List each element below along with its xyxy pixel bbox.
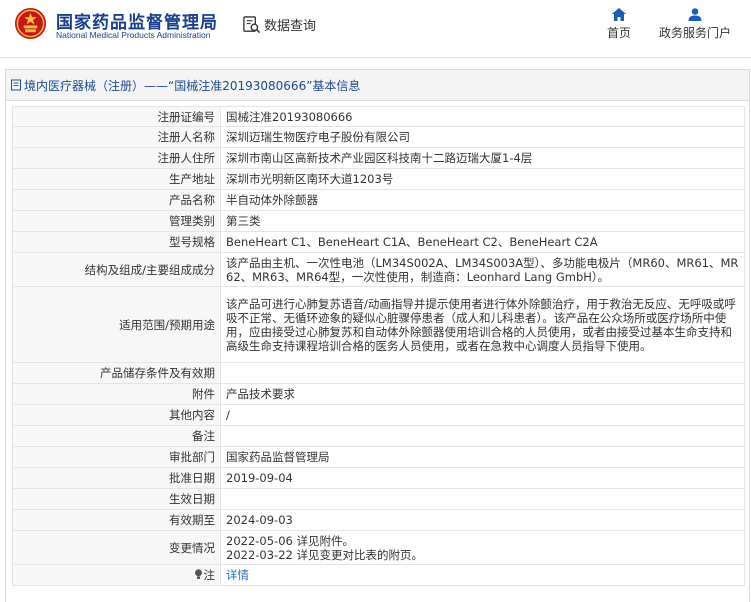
lightbulb-icon bbox=[194, 569, 202, 579]
details-link[interactable]: 详情 bbox=[226, 568, 249, 582]
table-row: 生产地址 深圳市光明新区南环大道1203号 bbox=[12, 168, 745, 190]
table-row: 变更情况 2022-05-06 详见附件。 2022-03-22 详见变更对比表… bbox=[12, 530, 745, 565]
table-row: 批准日期 2019-09-04 bbox=[12, 467, 745, 489]
field-label: 注 bbox=[12, 564, 221, 586]
field-label: 适用范围/预期用途 bbox=[12, 286, 221, 363]
field-value: 2022-05-06 详见附件。 2022-03-22 详见变更对比表的附页。 bbox=[220, 530, 745, 565]
nav-home-label: 首页 bbox=[606, 26, 631, 40]
nav-home[interactable]: 首页 bbox=[601, 8, 637, 41]
table-row: 管理类别 第三类 bbox=[12, 210, 745, 232]
field-value: 深圳市南山区高新技术产业园区科技南十二路迈瑞大厦1-4层 bbox=[220, 147, 745, 169]
field-value: 2024-09-03 bbox=[220, 509, 745, 531]
field-label: 有效期至 bbox=[12, 509, 221, 531]
field-value: 国械注准20193080666 bbox=[220, 106, 745, 127]
search-document-icon bbox=[243, 15, 261, 33]
field-label: 产品储存条件及有效期 bbox=[12, 362, 221, 384]
user-icon bbox=[688, 8, 702, 21]
table-row: 产品储存条件及有效期 bbox=[12, 362, 745, 384]
detail-title-bar: 境内医疗器械（注册）——“国械注准20193080666”基本信息 bbox=[6, 70, 749, 101]
table-row: 结构及组成/主要组成成分 该产品由主机、一次性电池（LM34S002A、LM34… bbox=[12, 252, 745, 287]
field-label: 注册人名称 bbox=[12, 126, 221, 148]
document-icon bbox=[11, 79, 21, 91]
field-value: 国家药品监督管理局 bbox=[220, 446, 745, 468]
table-row: 备注 bbox=[12, 425, 745, 447]
table-row: 有效期至 2024-09-03 bbox=[12, 509, 745, 531]
note-label: 注 bbox=[203, 568, 216, 582]
field-label: 批准日期 bbox=[12, 467, 221, 489]
change-entry: 2022-03-22 详见变更对比表的附页。 bbox=[226, 547, 423, 562]
table-row: 注册证编号 国械注准20193080666 bbox=[12, 106, 745, 127]
field-label: 产品名称 bbox=[12, 189, 221, 211]
field-label: 注册证编号 bbox=[12, 106, 221, 127]
nav-service-portal-label: 政务服务门户 bbox=[658, 26, 731, 40]
detail-panel: 境内医疗器械（注册）——“国械注准20193080666”基本信息 注册证编号 … bbox=[5, 69, 750, 602]
field-value: 产品技术要求 bbox=[220, 383, 745, 405]
field-value: 深圳迈瑞生物医疗电子股份有限公司 bbox=[220, 126, 745, 148]
field-label: 审批部门 bbox=[12, 446, 221, 468]
table-row: 适用范围/预期用途 该产品可进行心肺复苏语音/动画指导并提示使用者进行体外除颤治… bbox=[12, 286, 745, 363]
field-value: / bbox=[220, 404, 745, 426]
field-value: 2019-09-04 bbox=[220, 467, 745, 489]
table-row: 生效日期 bbox=[12, 488, 745, 510]
field-value: 深圳市光明新区南环大道1203号 bbox=[220, 168, 745, 190]
change-entry: 2022-05-06 详见附件。 bbox=[226, 533, 354, 548]
field-label: 附件 bbox=[12, 383, 221, 405]
nav-service-portal[interactable]: 政务服务门户 bbox=[654, 8, 736, 41]
field-value: 第三类 bbox=[220, 210, 745, 232]
table-row: 产品名称 半自动体外除颤器 bbox=[12, 189, 745, 211]
site-logo-subtitle: National Medical Products Administration bbox=[56, 30, 211, 40]
field-label: 生产地址 bbox=[12, 168, 221, 190]
field-value: 该产品由主机、一次性电池（LM34S002A、LM34S003A型）、多功能电极… bbox=[220, 252, 745, 287]
data-query-link[interactable]: 数据查询 bbox=[242, 12, 316, 36]
field-value bbox=[220, 362, 745, 384]
field-value: BeneHeart C1、BeneHeart C1A、BeneHeart C2、… bbox=[220, 231, 745, 253]
field-value bbox=[220, 488, 745, 510]
field-label: 注册人住所 bbox=[12, 147, 221, 169]
field-value bbox=[220, 425, 745, 447]
field-label: 其他内容 bbox=[12, 404, 221, 426]
field-value: 半自动体外除颤器 bbox=[220, 189, 745, 211]
site-header: 国家药品监督管理局 National Medical Products Admi… bbox=[0, 0, 751, 56]
field-value: 详情 bbox=[220, 564, 745, 586]
table-row: 注册人住所 深圳市南山区高新技术产业园区科技南十二路迈瑞大厦1-4层 bbox=[12, 147, 745, 169]
table-row: 型号规格 BeneHeart C1、BeneHeart C1A、BeneHear… bbox=[12, 231, 745, 253]
field-label: 型号规格 bbox=[12, 231, 221, 253]
field-label: 生效日期 bbox=[12, 488, 221, 510]
national-emblem-icon bbox=[14, 7, 47, 40]
table-row: 其他内容 / bbox=[12, 404, 745, 426]
table-row: 审批部门 国家药品监督管理局 bbox=[12, 446, 745, 468]
field-label: 管理类别 bbox=[12, 210, 221, 232]
table-row: 附件 产品技术要求 bbox=[12, 383, 745, 405]
field-value: 该产品可进行心肺复苏语音/动画指导并提示使用者进行体外除颤治疗，用于救治无反应、… bbox=[220, 286, 745, 363]
detail-table: 注册证编号 国械注准20193080666 注册人名称 深圳迈瑞生物医疗电子股份… bbox=[12, 106, 745, 586]
data-query-label: 数据查询 bbox=[264, 18, 317, 34]
field-label: 结构及组成/主要组成成分 bbox=[12, 252, 221, 287]
table-row: 注 详情 bbox=[12, 564, 745, 586]
field-label: 备注 bbox=[12, 425, 221, 447]
home-icon bbox=[612, 8, 626, 21]
detail-title: 境内医疗器械（注册）——“国械注准20193080666”基本信息 bbox=[24, 78, 361, 93]
header-divider bbox=[0, 57, 751, 58]
table-row: 注册人名称 深圳迈瑞生物医疗电子股份有限公司 bbox=[12, 126, 745, 148]
field-label: 变更情况 bbox=[12, 530, 221, 565]
